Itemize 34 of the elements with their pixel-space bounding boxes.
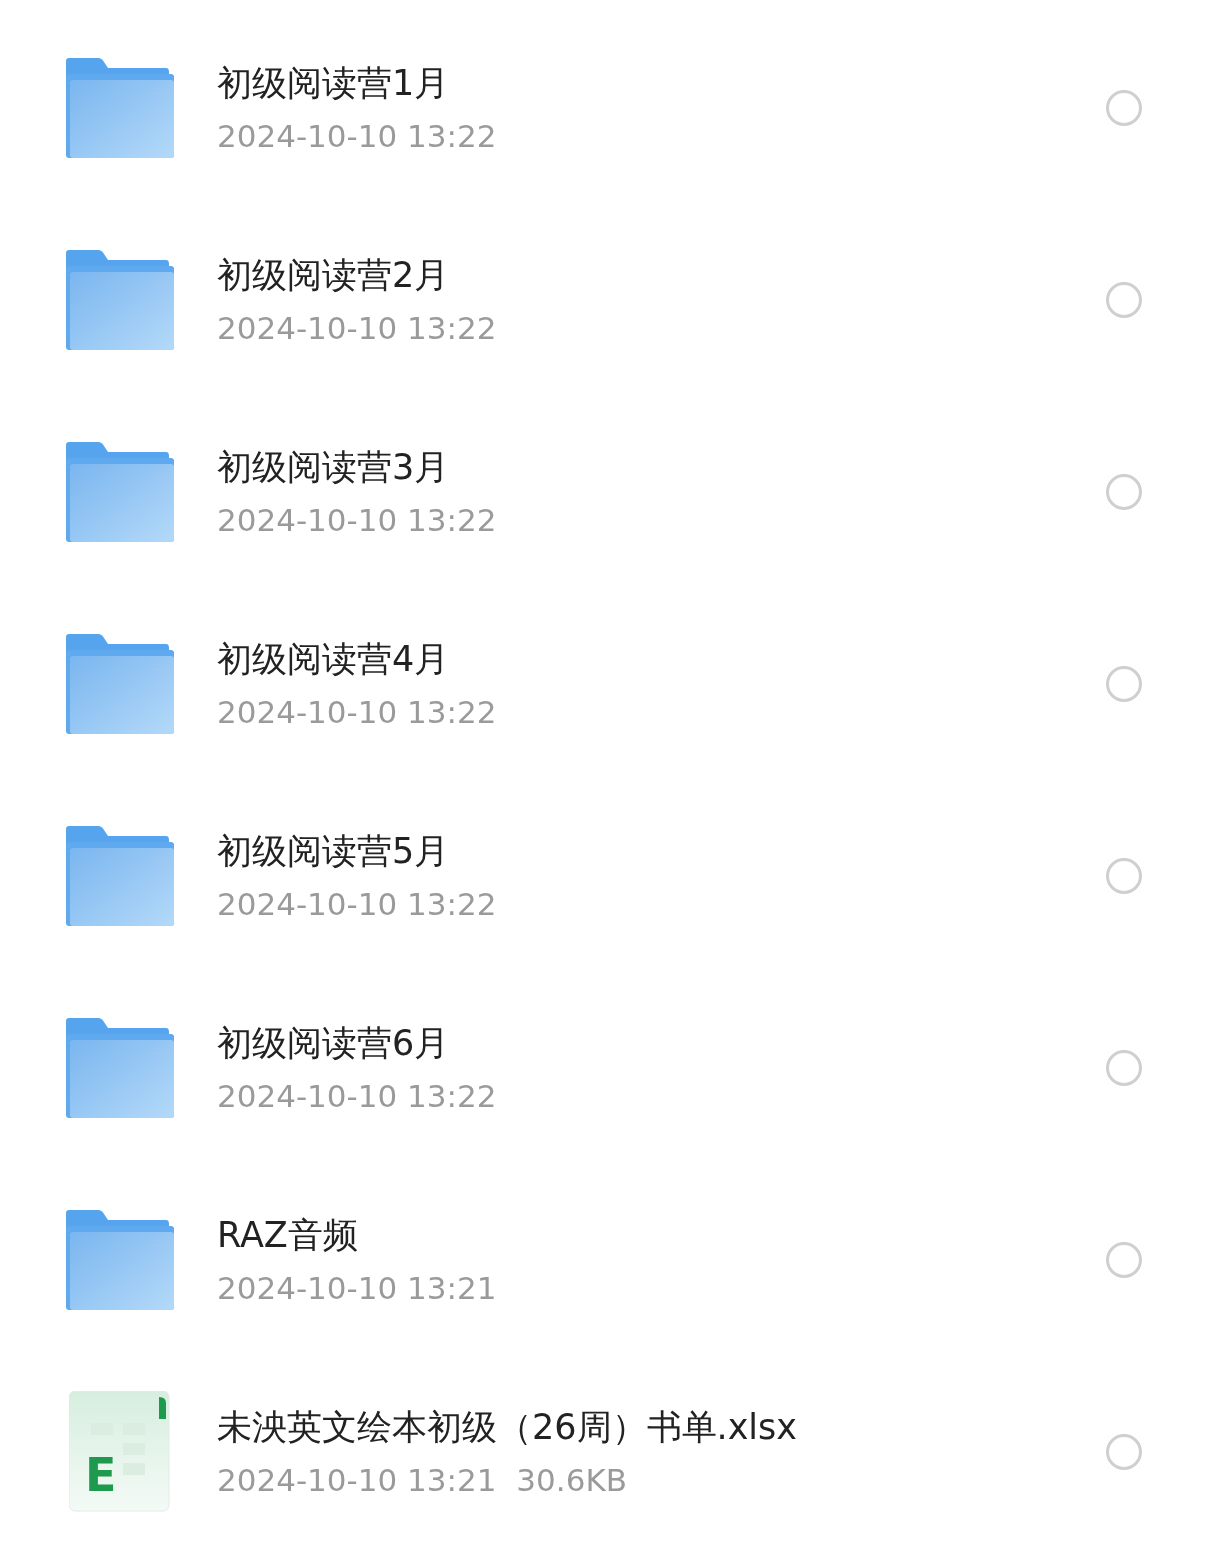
file-name: 初级阅读营2月 bbox=[217, 254, 450, 297]
spreadsheet-letter: E bbox=[85, 1448, 117, 1502]
folder-icon bbox=[66, 826, 174, 926]
file-size: 30.6KB bbox=[516, 1461, 627, 1500]
modified-date: 2024-10-10 13:21 bbox=[217, 1461, 497, 1500]
select-radio[interactable] bbox=[1106, 282, 1142, 318]
folder-icon bbox=[66, 58, 174, 158]
modified-date: 2024-10-10 13:22 bbox=[217, 885, 497, 924]
file-name: 初级阅读营4月 bbox=[217, 638, 450, 681]
folder-icon bbox=[66, 250, 174, 350]
select-radio[interactable] bbox=[1106, 90, 1142, 126]
folder-icon bbox=[66, 1018, 174, 1118]
select-radio[interactable] bbox=[1106, 1434, 1142, 1470]
modified-date: 2024-10-10 13:21 bbox=[217, 1269, 497, 1308]
select-radio[interactable] bbox=[1106, 666, 1142, 702]
folder-icon bbox=[66, 634, 174, 734]
modified-date: 2024-10-10 13:22 bbox=[217, 309, 497, 348]
file-name: 未泱英文绘本初级（26周）书单.xlsx bbox=[217, 1406, 798, 1449]
file-name: 初级阅读营1月 bbox=[217, 62, 450, 105]
file-name: 初级阅读营6月 bbox=[217, 1022, 450, 1065]
select-radio[interactable] bbox=[1106, 858, 1142, 894]
folder-icon bbox=[66, 442, 174, 542]
folder-icon bbox=[66, 1210, 174, 1310]
file-name: 初级阅读营3月 bbox=[217, 446, 450, 489]
spreadsheet-icon bbox=[69, 1391, 170, 1512]
modified-date: 2024-10-10 13:22 bbox=[217, 693, 497, 732]
select-radio[interactable] bbox=[1106, 474, 1142, 510]
select-radio[interactable] bbox=[1106, 1050, 1142, 1086]
modified-date: 2024-10-10 13:22 bbox=[217, 117, 497, 156]
modified-date: 2024-10-10 13:22 bbox=[217, 1077, 497, 1116]
select-radio[interactable] bbox=[1106, 1242, 1142, 1278]
file-name: 初级阅读营5月 bbox=[217, 830, 450, 873]
file-name: RAZ音频 bbox=[217, 1214, 358, 1257]
modified-date: 2024-10-10 13:22 bbox=[217, 501, 497, 540]
